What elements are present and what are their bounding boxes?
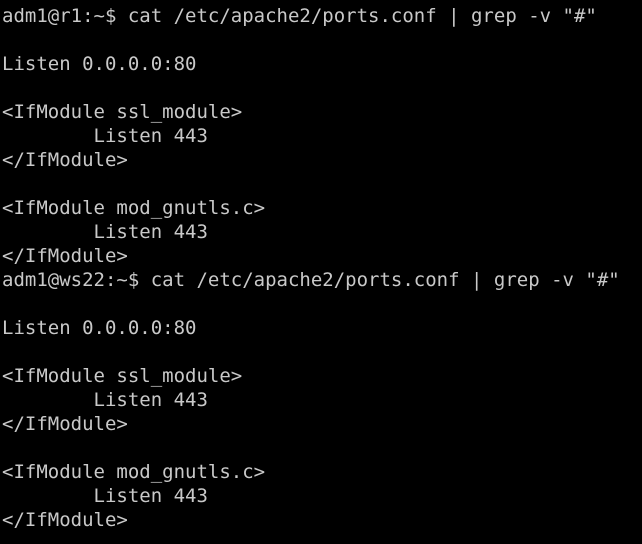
output-line: <IfModule ssl_module>	[2, 365, 243, 387]
output-line: Listen 443	[2, 125, 208, 147]
output-line: </IfModule>	[2, 413, 128, 435]
prompt-line-ws22: adm1@ws22:~$ cat /etc/apache2/ports.conf…	[2, 269, 620, 291]
output-line: Listen 0.0.0.0:80	[2, 53, 197, 75]
output-line: </IfModule>	[2, 509, 128, 531]
output-line: Listen 0.0.0.0:80	[2, 317, 197, 339]
prompt-line-r1: adm1@r1:~$ cat /etc/apache2/ports.conf |…	[2, 5, 597, 27]
output-line: </IfModule>	[2, 149, 128, 171]
output-line: Listen 443	[2, 221, 208, 243]
output-line: <IfModule mod_gnutls.c>	[2, 197, 266, 219]
output-line: <IfModule mod_gnutls.c>	[2, 461, 266, 483]
terminal-window[interactable]: adm1@r1:~$ cat /etc/apache2/ports.conf |…	[0, 0, 642, 544]
output-line: </IfModule>	[2, 245, 128, 267]
terminal-output: adm1@r1:~$ cat /etc/apache2/ports.conf |…	[2, 4, 642, 532]
output-line: Listen 443	[2, 485, 208, 507]
output-line: Listen 443	[2, 389, 208, 411]
output-line: <IfModule ssl_module>	[2, 101, 243, 123]
